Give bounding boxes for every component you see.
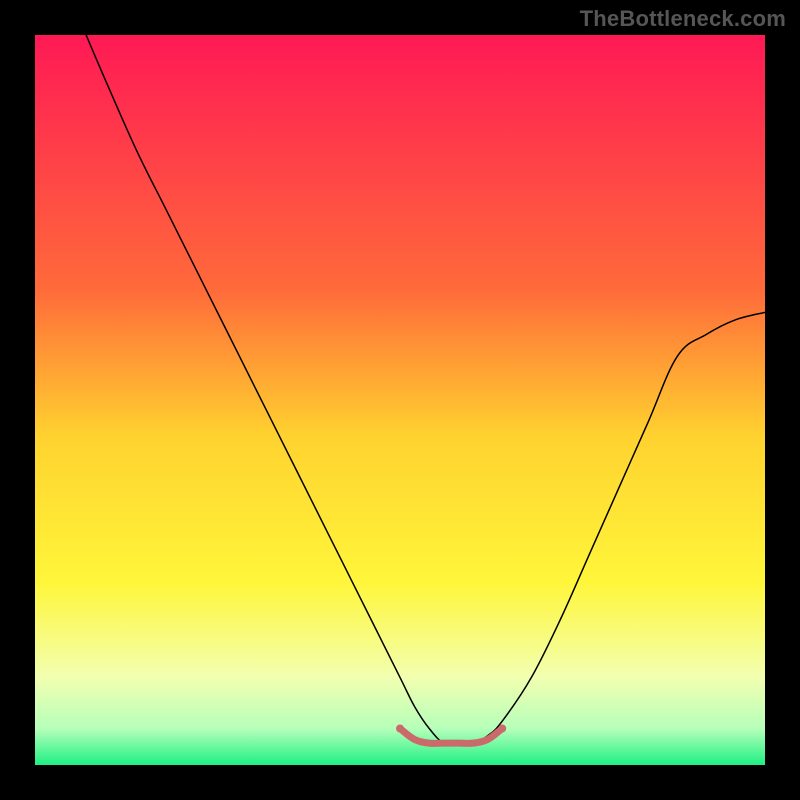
gradient-background	[35, 35, 765, 765]
watermark-text: TheBottleneck.com	[580, 6, 786, 32]
chart-container: TheBottleneck.com	[0, 0, 800, 800]
plot-area	[35, 35, 765, 765]
chart-svg	[35, 35, 765, 765]
